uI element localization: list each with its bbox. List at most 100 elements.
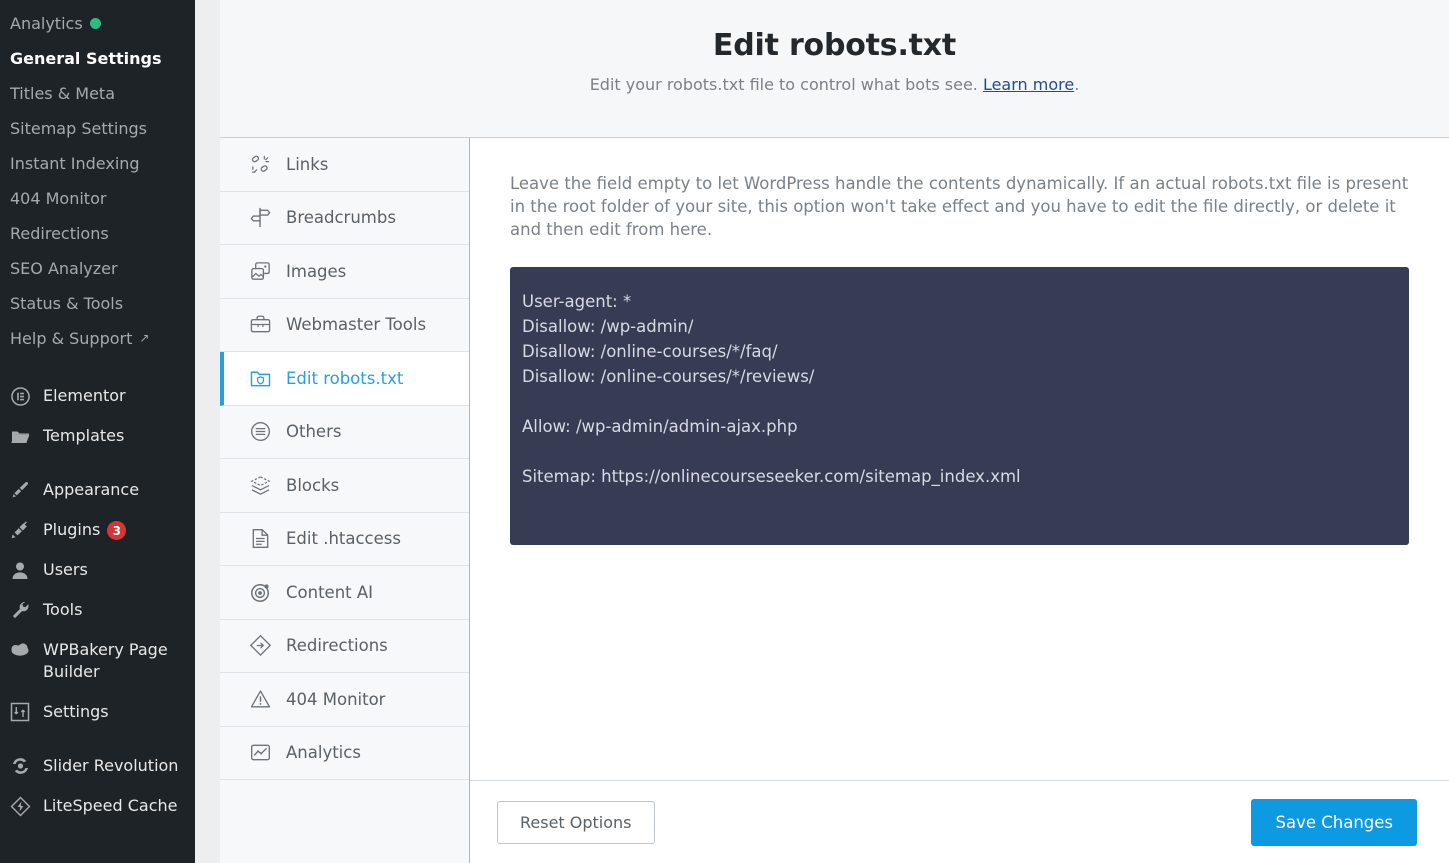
sidebar-item-label: SEO Analyzer (10, 259, 118, 278)
sidebar-item-users[interactable]: Users (0, 550, 195, 590)
sidebar-item-help-support[interactable]: Help & Support ↗ (0, 321, 195, 356)
sidebar-item-label: Help & Support (10, 329, 133, 348)
nav-item-content-ai[interactable]: Content AI (220, 566, 469, 620)
sidebar-item-label: Status & Tools (10, 294, 124, 313)
sidebar-item-templates[interactable]: Templates (0, 416, 195, 456)
nav-item-label: Analytics (286, 743, 361, 763)
nav-item-label: Breadcrumbs (286, 208, 396, 228)
robots-txt-editor[interactable]: User-agent: * Disallow: /wp-admin/ Disal… (510, 267, 1409, 545)
layers-icon (248, 474, 272, 497)
sidebar-item-settings[interactable]: Settings (0, 692, 195, 732)
sidebar-item-label: Users (43, 560, 88, 579)
sidebar-item-label: Instant Indexing (10, 154, 140, 173)
sidebar-item-litespeed-cache[interactable]: LiteSpeed Cache (0, 786, 195, 826)
save-changes-button[interactable]: Save Changes (1251, 798, 1417, 846)
chart-icon (248, 741, 272, 764)
sidebar-item-label: General Settings (10, 49, 162, 68)
reset-options-button[interactable]: Reset Options (497, 800, 655, 844)
sidebar-item-label: LiteSpeed Cache (43, 796, 178, 815)
subtitle-text: Edit your robots.txt file to control wha… (589, 75, 983, 94)
folder-icon (9, 425, 31, 447)
list-circle-icon (248, 420, 272, 443)
sidebar-item-404-monitor[interactable]: 404 Monitor (0, 181, 195, 216)
sidebar-item-plugins[interactable]: Plugins 3 (0, 510, 195, 550)
subtitle-suffix: . (1074, 75, 1080, 94)
settings-footer: Reset Options Save Changes (470, 780, 1449, 863)
cloud-icon (9, 639, 31, 661)
nav-item-label: 404 Monitor (286, 689, 386, 709)
sidebar-item-label: Elementor (43, 386, 126, 405)
nav-list-filler (220, 780, 469, 863)
sidebar-item-label: 404 Monitor (10, 189, 107, 208)
admin-screen: Analytics General Settings Titles & Meta… (0, 0, 1449, 863)
signpost-icon (248, 206, 272, 229)
sidebar-item-instant-indexing[interactable]: Instant Indexing (0, 146, 195, 181)
sliders-icon (9, 701, 31, 723)
paintbrush-icon (9, 479, 31, 501)
warning-triangle-icon (248, 688, 272, 711)
sidebar-item-label: Tools (43, 600, 83, 619)
sidebar-item-elementor[interactable]: Elementor (0, 376, 195, 416)
nav-item-label: Edit .htaccess (286, 529, 401, 549)
sidebar-item-tools[interactable]: Tools (0, 590, 195, 630)
nav-item-label: Content AI (286, 582, 374, 602)
sidebar-item-titles-meta[interactable]: Titles & Meta (0, 76, 195, 111)
refresh-icon (9, 755, 31, 777)
sidebar-item-label: Appearance (43, 480, 140, 499)
user-icon (9, 559, 31, 581)
sidebar-item-status-tools[interactable]: Status & Tools (0, 286, 195, 321)
nav-item-edit-htaccess[interactable]: Edit .htaccess (220, 512, 469, 566)
sidebar-item-label: Analytics (10, 14, 83, 33)
diamond-arrow-icon (248, 634, 272, 657)
wrench-icon (9, 599, 31, 621)
sidebar-item-label: Titles & Meta (10, 84, 115, 103)
nav-item-label: Others (286, 422, 342, 442)
sidebar-item-sitemap-settings[interactable]: Sitemap Settings (0, 111, 195, 146)
page-title: Edit robots.txt (712, 28, 957, 63)
learn-more-link[interactable]: Learn more (983, 75, 1074, 94)
sidebar-item-label: WPBakery Page Builder (43, 640, 168, 681)
panel-body: Links Breadcrumbs Images Webmaster Tools… (220, 138, 1449, 863)
external-link-icon: ↗ (139, 331, 150, 345)
content-ai-icon (248, 581, 272, 604)
sidebar-item-slider-revolution[interactable]: Slider Revolution (0, 746, 195, 786)
sidebar-item-label: Slider Revolution (43, 756, 179, 775)
robots-editor-section: Leave the field empty to let WordPress h… (470, 138, 1449, 780)
sidebar-item-label: Redirections (10, 224, 109, 243)
nav-item-blocks[interactable]: Blocks (220, 459, 469, 513)
nav-item-label: Redirections (286, 636, 388, 656)
images-icon (248, 260, 272, 283)
sidebar-item-wpbakery-page-builder[interactable]: WPBakery Page Builder (0, 630, 195, 692)
seo-submenu: Analytics General Settings Titles & Meta… (0, 6, 195, 362)
sidebar-item-appearance[interactable]: Appearance (0, 470, 195, 510)
nav-item-webmaster-tools[interactable]: Webmaster Tools (220, 298, 469, 352)
sidebar-item-analytics[interactable]: Analytics (0, 6, 195, 41)
nav-item-images[interactable]: Images (220, 245, 469, 299)
sidebar-item-redirections[interactable]: Redirections (0, 216, 195, 251)
sidebar-item-label: Templates (43, 426, 125, 445)
nav-item-links[interactable]: Links (220, 138, 469, 192)
plug-icon (9, 519, 31, 541)
nav-item-redirections[interactable]: Redirections (220, 619, 469, 673)
nav-item-edit-robots-txt[interactable]: Edit robots.txt (220, 352, 469, 406)
nav-item-breadcrumbs[interactable]: Breadcrumbs (220, 191, 469, 245)
sidebar-item-general-settings[interactable]: General Settings (0, 41, 195, 76)
robots-txt-content[interactable]: User-agent: * Disallow: /wp-admin/ Disal… (522, 289, 1397, 489)
nav-item-label: Images (286, 261, 347, 281)
nav-item-others[interactable]: Others (220, 405, 469, 459)
sidebar-item-label: Settings (43, 702, 109, 721)
page-header: Edit robots.txt Edit your robots.txt fil… (220, 0, 1449, 138)
elementor-icon (9, 385, 31, 407)
file-lines-icon (248, 527, 272, 550)
nav-item-analytics[interactable]: Analytics (220, 726, 469, 780)
folder-shield-icon (248, 367, 272, 390)
menu-divider (0, 362, 195, 376)
nav-item-label: Edit robots.txt (286, 368, 404, 388)
sidebar-item-seo-analyzer[interactable]: SEO Analyzer (0, 251, 195, 286)
menu-divider-2 (0, 456, 195, 470)
menu-divider-3 (0, 732, 195, 746)
layout-gutter (195, 0, 220, 863)
nav-item-404-monitor[interactable]: 404 Monitor (220, 673, 469, 727)
nav-item-label: Links (286, 154, 329, 174)
nav-item-label: Blocks (286, 475, 340, 495)
